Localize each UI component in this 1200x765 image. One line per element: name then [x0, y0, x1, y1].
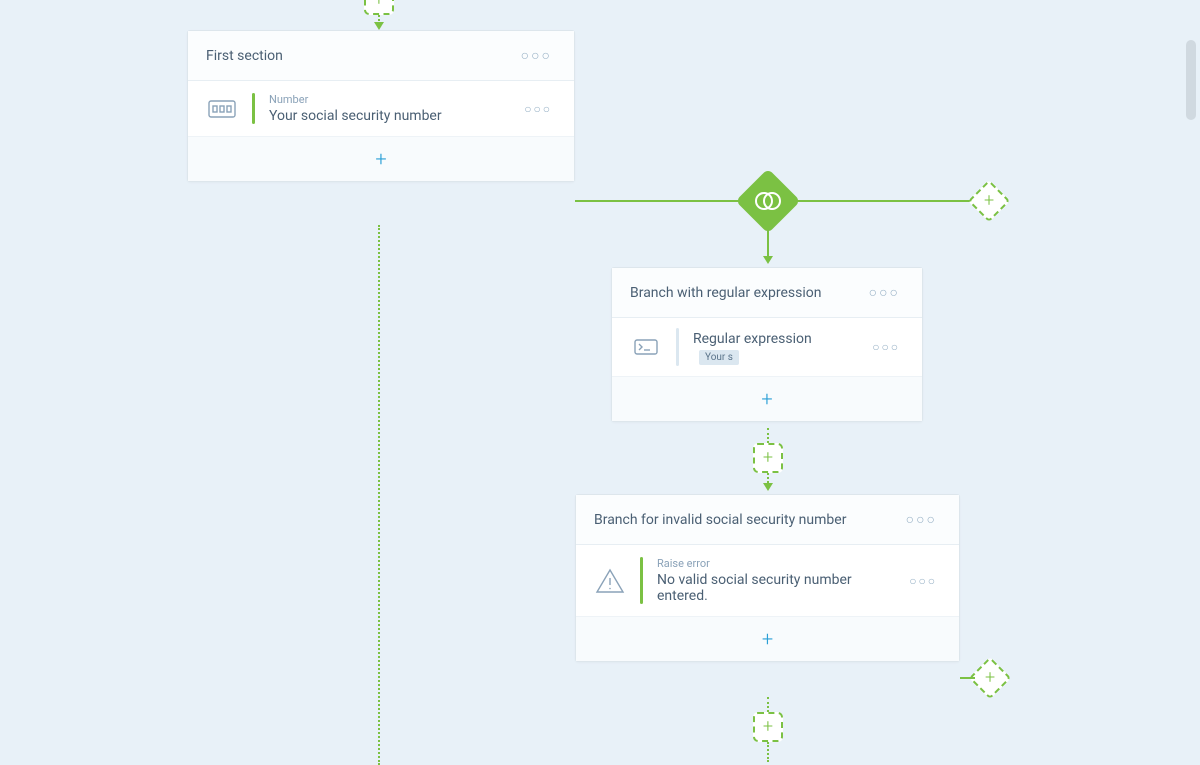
warning-icon	[594, 568, 626, 594]
row-more-menu[interactable]: ○○○	[520, 100, 556, 118]
add-node-mid[interactable]: +	[753, 443, 783, 473]
connector-dotted	[767, 428, 769, 443]
variable-chip: Your s	[699, 350, 739, 365]
connector-horizontal	[575, 200, 747, 202]
add-node-bottom[interactable]: +	[753, 712, 783, 742]
plus-icon: +	[763, 718, 773, 736]
card-title: First section	[206, 48, 283, 64]
field-name-label: Your social security number	[269, 108, 506, 124]
field-type-label: Number	[269, 93, 506, 106]
action-type-label: Raise error	[657, 557, 891, 570]
connector-horizontal-short	[960, 677, 975, 679]
field-text: Number Your social security number	[269, 93, 506, 124]
arrow-down-icon	[763, 256, 773, 264]
add-branch-node[interactable]: +	[968, 180, 1010, 222]
plus-icon: +	[763, 449, 773, 467]
card-branch-invalid[interactable]: Branch for invalid social security numbe…	[575, 494, 960, 662]
card-title: Branch for invalid social security numbe…	[594, 512, 846, 528]
action-text: Raise error No valid social security num…	[657, 557, 891, 604]
more-menu[interactable]: ○○○	[902, 509, 941, 530]
card-header: First section ○○○	[188, 31, 574, 81]
more-menu[interactable]: ○○○	[865, 282, 904, 303]
more-menu[interactable]: ○○○	[517, 45, 556, 66]
add-field-button[interactable]: +	[188, 137, 574, 181]
plus-icon: +	[374, 0, 384, 9]
plus-icon: +	[761, 387, 772, 411]
action-row[interactable]: Raise error No valid social security num…	[576, 545, 959, 617]
field-row[interactable]: Number Your social security number ○○○	[188, 81, 574, 137]
add-branch-node-lower[interactable]: +	[969, 657, 1011, 699]
card-branch-regex[interactable]: Branch with regular expression ○○○ Regul…	[611, 267, 923, 422]
card-first-section[interactable]: First section ○○○ Number Your social sec…	[187, 30, 575, 182]
connector-dotted	[767, 742, 769, 762]
connector-dotted	[767, 473, 769, 483]
card-title: Branch with regular expression	[630, 285, 821, 301]
plus-icon: +	[375, 147, 386, 171]
terminal-icon	[630, 339, 662, 355]
condition-row[interactable]: Regular expression Your s ○○○	[612, 318, 922, 377]
plus-icon: +	[985, 669, 995, 687]
card-header: Branch for invalid social security numbe…	[576, 495, 959, 545]
connector-vertical	[767, 224, 769, 256]
row-accent-bar	[640, 557, 643, 604]
condition-text: Regular expression Your s	[693, 328, 854, 366]
venn-icon	[754, 190, 782, 212]
arrow-down-icon	[763, 483, 773, 491]
action-message-label: No valid social security number entered.	[657, 572, 891, 604]
row-accent-bar	[252, 93, 255, 124]
workflow-canvas[interactable]: + First section ○○○ Number Your social s…	[0, 0, 1200, 760]
number-field-icon	[206, 100, 238, 118]
row-more-menu[interactable]: ○○○	[868, 338, 904, 356]
row-more-menu[interactable]: ○○○	[905, 572, 941, 590]
add-action-button[interactable]: +	[576, 617, 959, 661]
scrollbar-thumb[interactable]	[1186, 40, 1196, 120]
plus-icon: +	[984, 192, 994, 210]
row-accent-bar	[676, 328, 679, 366]
connector-dotted	[767, 697, 769, 712]
connector-horizontal	[791, 200, 974, 202]
card-header: Branch with regular expression ○○○	[612, 268, 922, 318]
condition-label: Regular expression	[693, 331, 812, 347]
arrow-down-icon	[374, 22, 384, 30]
add-condition-button[interactable]: +	[612, 377, 922, 421]
plus-icon: +	[762, 627, 773, 651]
connector-dotted-main	[378, 225, 380, 765]
add-node-top[interactable]: +	[364, 0, 394, 15]
